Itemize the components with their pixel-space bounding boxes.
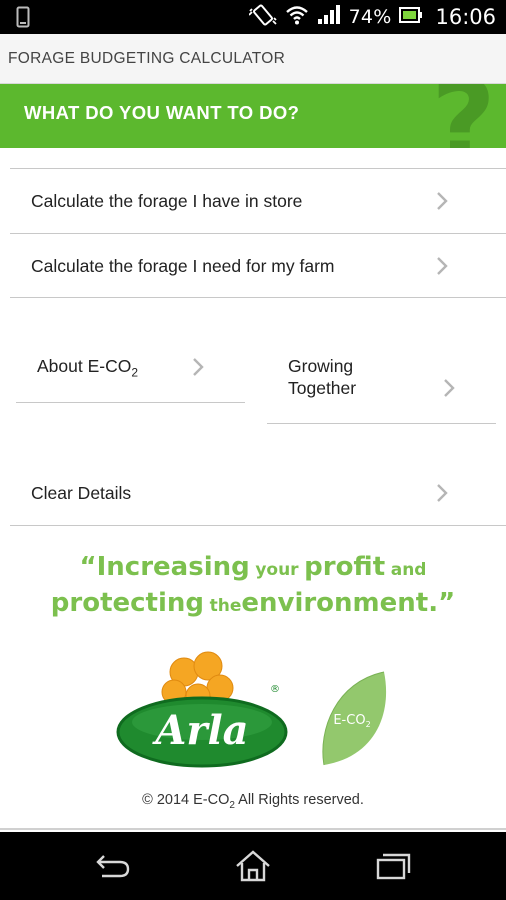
section-banner: ? WHAT DO YOU WANT TO DO? — [0, 84, 506, 148]
battery-percent: 74% — [348, 6, 392, 28]
chevron-right-icon — [436, 256, 448, 281]
recent-apps-button[interactable] — [374, 850, 412, 887]
menu-item-label: Calculate the forage I have in store — [31, 190, 303, 211]
menu-item-label: Clear Details — [31, 482, 132, 503]
clear-details-button[interactable]: Clear Details — [10, 461, 506, 525]
divider — [10, 297, 506, 298]
menu-item-label-line2: Together — [288, 378, 357, 398]
clock-time: 16:06 — [435, 5, 496, 29]
menu-item-label: Calculate the forage I need for my farm — [31, 255, 335, 276]
phone-icon — [16, 6, 30, 32]
signal-icon — [317, 5, 341, 29]
slogan-line-1: “Increasing your profit and — [79, 552, 427, 582]
menu-item-forage-needed[interactable]: Calculate the forage I need for my farm — [10, 234, 506, 298]
divider — [0, 828, 506, 830]
back-button[interactable] — [94, 850, 132, 887]
registered-mark: ® — [270, 684, 280, 695]
arla-logo: Arla ® — [112, 650, 297, 770]
home-icon — [236, 850, 270, 882]
menu-item-about-eco2[interactable]: About E-CO2 — [16, 336, 245, 402]
slogan-line-2: protecting theenvironment.” — [50, 588, 456, 618]
question-mark-icon: ? — [431, 84, 496, 148]
app-title-bar: FORAGE BUDGETING CALCULATOR — [0, 34, 506, 84]
chevron-right-icon — [436, 483, 448, 508]
app-title: FORAGE BUDGETING CALCULATOR — [8, 49, 286, 67]
divider — [16, 402, 245, 403]
recent-apps-icon — [376, 853, 411, 880]
banner-heading: WHAT DO YOU WANT TO DO? — [24, 102, 300, 123]
home-button[interactable] — [234, 850, 272, 887]
battery-icon — [399, 6, 423, 28]
menu-item-forage-in-store[interactable]: Calculate the forage I have in store — [10, 169, 506, 233]
menu-item-label: About E-CO2 — [37, 356, 139, 380]
chevron-right-icon — [443, 378, 455, 403]
chevron-right-icon — [192, 357, 204, 382]
back-icon — [96, 855, 130, 878]
chevron-right-icon — [436, 191, 448, 216]
navigation-bar — [0, 832, 506, 900]
menu-item-label-line1: Growing — [288, 356, 354, 376]
vibrate-icon — [247, 2, 277, 32]
arla-wordmark: Arla — [151, 707, 248, 754]
divider — [10, 525, 506, 526]
status-bar: 74% 16:06 — [0, 0, 506, 34]
copyright-text: © 2014 E-CO2 All Rights reserved. — [142, 792, 364, 811]
eco2-leaf-logo: E-CO2 — [316, 670, 392, 768]
eco2-label: E-CO2 — [333, 713, 370, 729]
divider — [267, 423, 496, 424]
menu-item-growing-together[interactable]: Growing Together — [267, 336, 496, 423]
wifi-icon — [285, 5, 309, 29]
